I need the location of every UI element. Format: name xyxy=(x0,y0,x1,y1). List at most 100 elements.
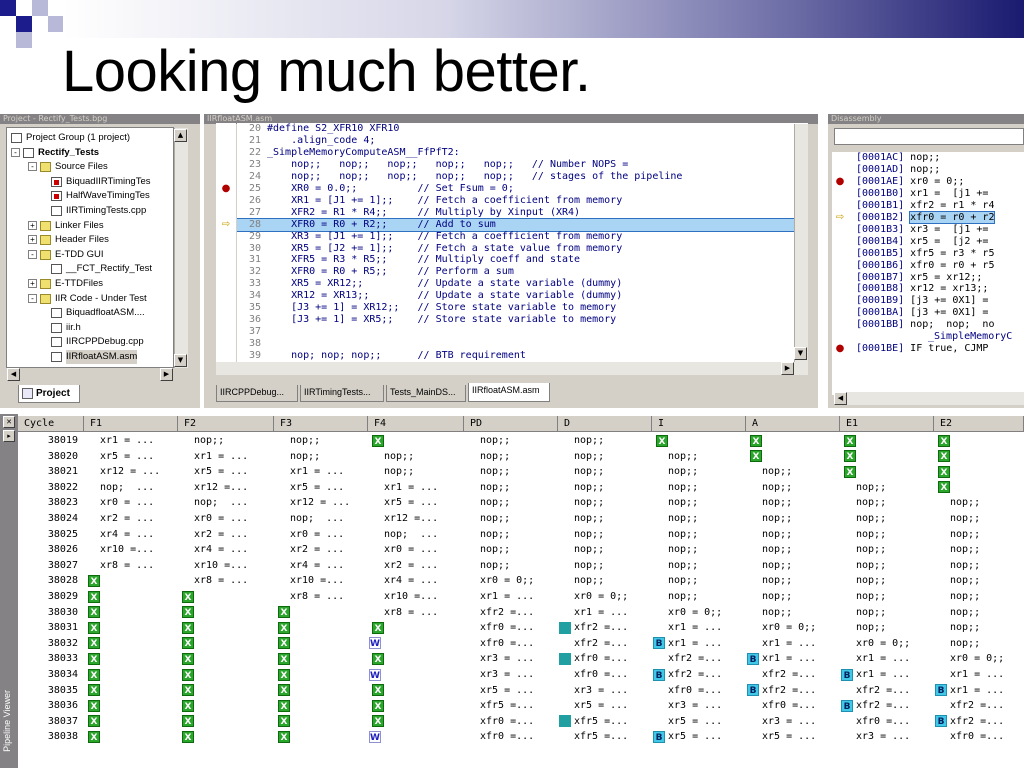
line-number: 35 xyxy=(248,302,261,314)
stage-empty-x-icon: X xyxy=(182,652,194,665)
editor-scrollbar[interactable] xyxy=(794,124,808,362)
code-line: 22 _SimpleMemoryComputeASM__FfPfT2: xyxy=(237,147,808,159)
tree-item[interactable]: - Source Files xyxy=(7,160,173,174)
line-number: 24 xyxy=(248,170,261,182)
editor-scroll-right-button[interactable]: ▶ xyxy=(781,362,794,375)
tree-item[interactable]: IIRTimingTests.cpp xyxy=(7,204,173,218)
stage-stall-icon: S xyxy=(559,621,571,634)
editor-tab[interactable]: Tests_MainDS... xyxy=(386,385,466,402)
stage-empty-x-icon: X xyxy=(182,668,194,681)
pipeline-column-header: Cycle xyxy=(18,416,84,432)
tree-item-label: Linker Files xyxy=(55,219,104,231)
breakpoint-icon[interactable]: ● xyxy=(832,176,848,188)
stage-empty-x-icon: X xyxy=(278,715,290,728)
pipeline-cell: xfr0 =... xyxy=(950,731,1005,743)
pipeline-cell: nop;; xyxy=(950,528,981,540)
tree-expander-icon[interactable]: - xyxy=(11,147,20,157)
tree-expander-icon[interactable]: - xyxy=(28,293,37,303)
stage-empty-x-icon: X xyxy=(938,434,950,447)
dis-hscroll[interactable] xyxy=(834,392,1024,405)
pipeline-cell: nop; ... xyxy=(194,497,249,509)
pipeline-cell: nop;; xyxy=(762,544,793,556)
tree-item[interactable]: IIRCPPDebug.cpp xyxy=(7,335,173,349)
pipeline-cell: nop;; xyxy=(480,450,511,462)
pipeline-cell: nop;; xyxy=(856,544,887,556)
code-line: 32 XFR0 = R0 + R5;; // Perform a sum xyxy=(237,266,808,278)
editor-scroll-down-button[interactable]: ▼ xyxy=(794,347,807,360)
scroll-up-button[interactable]: ▲ xyxy=(174,129,187,142)
tree-item[interactable]: - IIR Code - Under Test xyxy=(7,292,173,306)
pipeline-cell: nop;; xyxy=(574,466,605,478)
disassembly-line: [0001AC] nop;; xyxy=(856,152,1024,164)
pipeline-cell: xr8 = ... xyxy=(384,606,439,618)
pipeline-cell: xr3 = ... xyxy=(574,684,629,696)
dis-scroll-left-button[interactable]: ◀ xyxy=(834,392,847,405)
tree-scrollbar[interactable] xyxy=(174,128,188,368)
tree-item[interactable]: + E-TTDFiles xyxy=(7,277,173,291)
scroll-right-button[interactable]: ▶ xyxy=(160,368,173,381)
pipeline-cell: xr0 = ... xyxy=(384,544,439,556)
tree-expander-icon[interactable]: - xyxy=(28,249,37,259)
disassembly-code: xfr5 = r3 * r5 xyxy=(910,247,995,259)
file-icon xyxy=(51,206,62,216)
disassembly-address: [0001AD] xyxy=(856,163,905,175)
tree-expander-icon[interactable]: + xyxy=(28,279,37,288)
tree-item[interactable]: - E-TDD GUI xyxy=(7,248,173,262)
tree-item[interactable]: Project Group (1 project) xyxy=(7,131,173,145)
pipeline-cell: nop;; xyxy=(574,481,605,493)
pipeline-close-button[interactable]: ✕ xyxy=(3,416,15,428)
pipeline-cell: xr1 = ... xyxy=(762,637,817,649)
tree-item[interactable]: BiquadIIRTimingTes xyxy=(7,175,173,189)
tree-item[interactable]: iir.h xyxy=(7,321,173,335)
pipeline-cycle: 38020 xyxy=(47,450,78,462)
pipeline-cycle: 38027 xyxy=(47,559,78,571)
stage-empty-x-icon: X xyxy=(278,606,290,619)
pipeline-cell: xfr2 =... xyxy=(856,684,911,696)
tree-item[interactable]: + Header Files xyxy=(7,233,173,247)
pipeline-expand-button[interactable]: ▸ xyxy=(3,430,15,442)
pipeline-cell: xfr2 =... xyxy=(856,700,911,712)
editor-tab[interactable]: IIRfloatASM.asm xyxy=(468,383,550,402)
editor-hscroll[interactable] xyxy=(216,362,808,375)
breakpoint-icon[interactable]: ● xyxy=(218,183,234,195)
tree-expander-icon[interactable]: + xyxy=(28,220,37,230)
stage-empty-x-icon: X xyxy=(88,606,100,619)
pipeline-cell: xr8 = ... xyxy=(100,559,155,571)
disassembly-line: [0001BE] IF true, CJMP xyxy=(856,343,1024,355)
pipeline-cell: xr10 =... xyxy=(384,591,439,602)
stage-empty-x-icon: X xyxy=(372,715,384,728)
pipeline-cell: nop;; xyxy=(384,450,415,462)
breakpoint-icon[interactable]: ● xyxy=(832,343,848,355)
pipeline-cell: nop;; xyxy=(950,559,981,571)
editor-tab[interactable]: IIRTimingTests... xyxy=(300,385,384,402)
tree-expander-icon[interactable]: + xyxy=(28,235,37,245)
disassembly-view[interactable]: [0001AC] nop;; [0001AD] nop;; [0001AE] xr0 = … xyxy=(848,152,1024,395)
pipeline-cell: xr12 = ... xyxy=(290,497,351,509)
tree-item[interactable]: + Linker Files xyxy=(7,219,173,233)
pipeline-cell: nop;; xyxy=(762,513,793,524)
stage-empty-x-icon: X xyxy=(88,715,100,728)
pipeline-cell: xfr2 =... xyxy=(950,700,1005,712)
tree-item[interactable]: HalfWaveTimingTes xyxy=(7,189,173,203)
disassembly-line: [0001B8] xr12 = xr13;; xyxy=(856,283,1024,295)
editor-tab[interactable]: IIRCPPDebug... xyxy=(216,385,298,402)
scroll-down-button[interactable]: ▼ xyxy=(174,354,187,367)
address-combobox[interactable] xyxy=(834,128,1024,145)
deco-square xyxy=(16,16,32,32)
scroll-left-button[interactable]: ◀ xyxy=(7,368,20,381)
stage-empty-x-icon: X xyxy=(938,450,950,463)
code-editor[interactable]: 20 #define S2_XFR10 XFR10 21 .align_code 4… xyxy=(237,123,808,363)
stage-empty-x-icon: X xyxy=(88,668,100,681)
code-text: XR5 = [J2 += 1];; // Fetch a state value… xyxy=(267,242,623,254)
tree-expander-icon[interactable]: - xyxy=(28,162,37,172)
project-tab-label: Project xyxy=(36,388,70,399)
tree-item[interactable]: __FCT_Rectify_Test xyxy=(7,262,173,276)
tree-item[interactable]: BiquadfloatASM.... xyxy=(7,306,173,320)
folder-icon xyxy=(40,220,51,231)
tree-item[interactable]: - Rectify_Tests xyxy=(7,146,173,160)
tree-item[interactable]: IIRfloatASM.asm xyxy=(7,350,173,364)
line-number: 34 xyxy=(248,290,261,302)
project-tab[interactable]: Project xyxy=(18,385,80,403)
disassembly-line: [0001B3] xr3 = [j1 += xyxy=(856,224,1024,236)
disassembly-line: [0001B7] xr5 = xr12;; xyxy=(856,272,1024,284)
